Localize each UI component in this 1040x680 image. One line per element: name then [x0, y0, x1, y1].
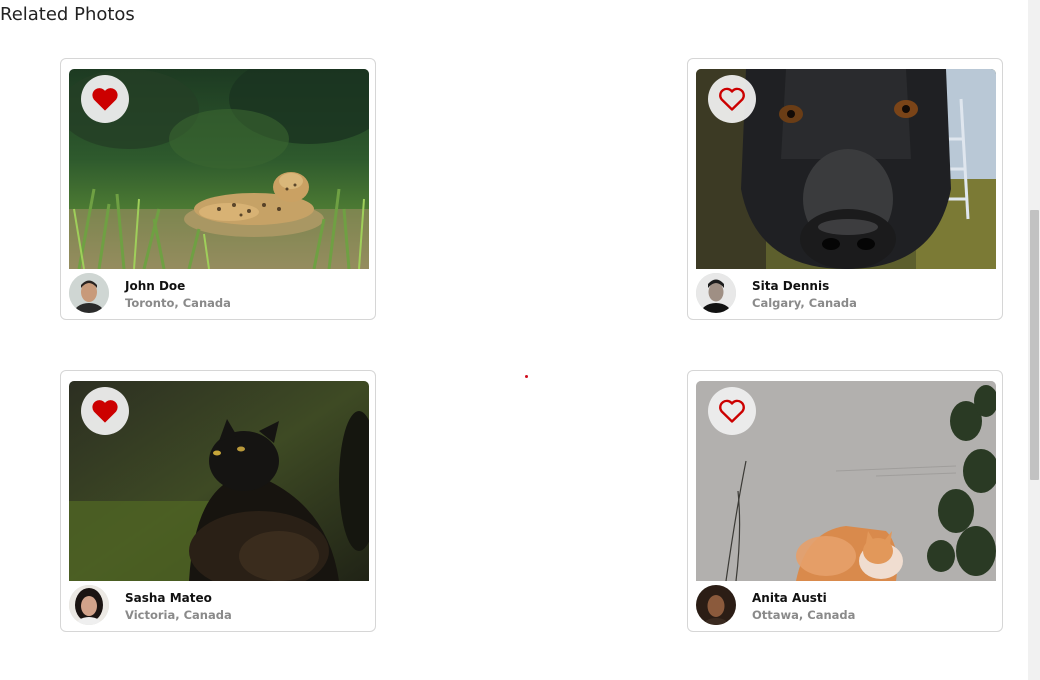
avatar: [696, 273, 736, 313]
heart-filled-icon: [92, 400, 118, 423]
heart-outline-icon: [719, 399, 745, 423]
cursor-dot: [525, 375, 528, 378]
author-location: Toronto, Canada: [125, 296, 231, 310]
author-location: Calgary, Canada: [752, 296, 857, 310]
author-location: Ottawa, Canada: [752, 608, 856, 622]
author-name: Anita Austi: [752, 591, 827, 605]
scrollbar-thumb[interactable]: [1030, 210, 1039, 480]
photo-card[interactable]: Sita Dennis Calgary, Canada: [687, 58, 1003, 320]
photo-card[interactable]: Sasha Mateo Victoria, Canada: [60, 370, 376, 632]
author-name: Sita Dennis: [752, 279, 830, 293]
author-name: John Doe: [125, 279, 186, 293]
author-location: Victoria, Canada: [125, 608, 232, 622]
like-button[interactable]: [81, 387, 129, 435]
avatar: [69, 273, 109, 313]
like-button[interactable]: [708, 75, 756, 123]
scrollbar-track[interactable]: [1028, 0, 1040, 680]
photo-card[interactable]: Anita Austi Ottawa, Canada: [687, 370, 1003, 632]
like-button[interactable]: [708, 387, 756, 435]
like-button[interactable]: [81, 75, 129, 123]
section-title: Related Photos: [0, 4, 135, 25]
heart-filled-icon: [92, 88, 118, 111]
author-name: Sasha Mateo: [125, 591, 212, 605]
photo-card[interactable]: John Doe Toronto, Canada: [60, 58, 376, 320]
heart-outline-icon: [719, 87, 745, 111]
avatar: [69, 585, 109, 625]
avatar: [696, 585, 736, 625]
